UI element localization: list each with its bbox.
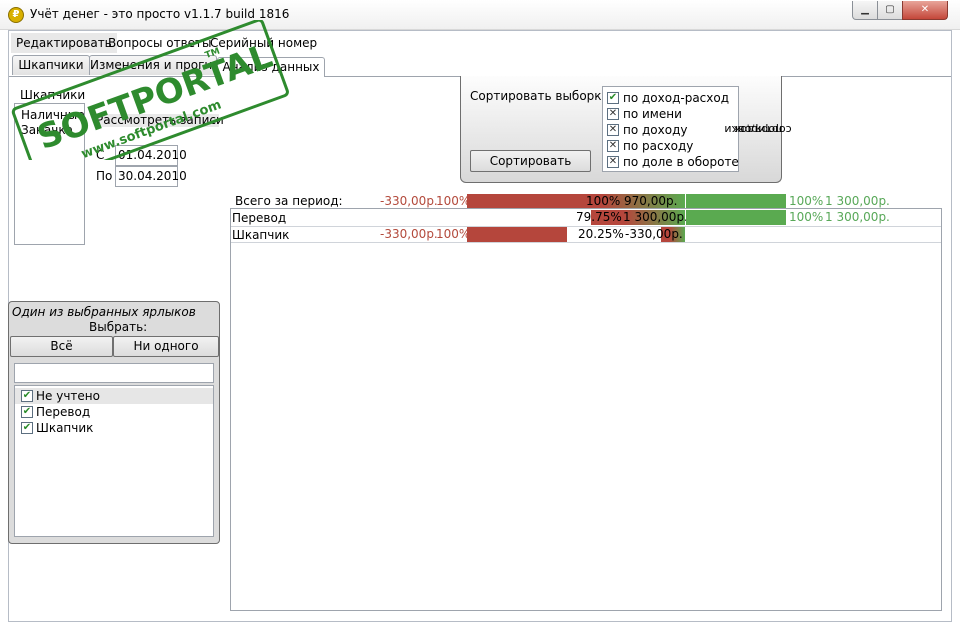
- total-balance: 970,00р.: [624, 194, 678, 208]
- cards-header: Шкапчики: [20, 88, 86, 102]
- total-income-bar: [686, 194, 786, 209]
- table-row-name[interactable]: Перевод: [232, 211, 286, 226]
- total-expense: -330,00р.: [380, 194, 438, 208]
- checkbox-checked-icon[interactable]: ✔: [607, 92, 619, 104]
- list-item-label: Шкапчик: [36, 421, 94, 435]
- from-date-input[interactable]: 01.04.2010: [115, 145, 187, 166]
- row-income-pct: 100%: [789, 210, 824, 224]
- list-item[interactable]: ✔ Не учтено: [15, 388, 213, 404]
- row-expense-bar: [467, 227, 567, 242]
- total-expense-pct: 100%: [436, 194, 471, 208]
- sort-order-label: порядок сортировки: [724, 86, 791, 172]
- menu-edit[interactable]: Редактировать: [11, 33, 117, 53]
- sort-option-label: по доход-расход: [623, 91, 730, 105]
- menu-serial[interactable]: Серийный номер: [205, 33, 322, 53]
- checkbox-checked-icon[interactable]: ✔: [21, 422, 33, 434]
- filter-subtitle: Выбрать:: [89, 320, 148, 334]
- row-share-pct: 20.25%: [578, 227, 624, 241]
- tab-cards[interactable]: Шкапчики: [12, 55, 90, 75]
- view-records-label: Рассмотреть записи: [96, 113, 224, 127]
- row-expense: -330,00р.: [380, 227, 438, 241]
- minimize-button[interactable]: ▁: [852, 1, 878, 20]
- card-item[interactable]: Наличные: [21, 108, 85, 122]
- row-income-bar: [686, 210, 786, 225]
- cards-list[interactable]: Наличные Заначка: [14, 103, 85, 245]
- analysis-table: [230, 208, 942, 611]
- maximize-button[interactable]: ▢: [877, 1, 903, 20]
- filter-search-input[interactable]: [14, 363, 214, 383]
- sort-options-list: ✔ по доход-расход ✕ по имени ✕ по доходу…: [602, 86, 739, 172]
- list-item-label: Не учтено: [36, 389, 100, 403]
- total-label: Всего за период:: [235, 194, 343, 208]
- from-label: С: [96, 148, 105, 162]
- total-income: 1 300,00р.: [825, 194, 890, 208]
- app-icon: ₽: [8, 7, 24, 23]
- tab-changes[interactable]: Изменения и прогноз: [89, 55, 217, 75]
- sort-option[interactable]: ✕ по доле в обороте: [603, 154, 739, 170]
- window-title: Учёт денег - это просто v1.1.7 build 181…: [30, 7, 290, 21]
- filter-title: Один из выбранных ярлыков: [12, 305, 196, 319]
- sort-option[interactable]: ✕ по расходу: [603, 138, 738, 154]
- row-income: 1 300,00р.: [825, 210, 890, 224]
- row-balance: 1 300,00р.: [623, 210, 688, 224]
- select-all-button[interactable]: Всё: [10, 336, 113, 357]
- row-balance: -330,00р.: [625, 227, 683, 241]
- list-item[interactable]: ✔ Шкапчик: [15, 420, 213, 436]
- label-list: ✔ Не учтено ✔ Перевод ✔ Шкапчик: [14, 385, 214, 537]
- table-row-name[interactable]: Шкапчик: [232, 228, 289, 243]
- close-button[interactable]: ✕: [902, 1, 948, 20]
- total-income-pct: 100%: [789, 194, 824, 208]
- sort-title: Сортировать выборку: [470, 89, 609, 103]
- menu-faq[interactable]: Вопросы ответы: [103, 33, 217, 53]
- checkbox-cross-icon[interactable]: ✕: [607, 108, 619, 120]
- sort-option-label: по расходу: [623, 139, 694, 153]
- sort-option-label: по имени: [623, 107, 682, 121]
- list-item-label: Перевод: [36, 405, 91, 419]
- row-share-pct: 79.75%: [576, 210, 622, 224]
- total-expense-bar: [467, 194, 567, 209]
- row-divider: [231, 242, 941, 243]
- checkbox-checked-icon[interactable]: ✔: [21, 406, 33, 418]
- sort-option[interactable]: ✕ по доходу: [603, 122, 738, 138]
- tab-analysis[interactable]: Анализ данных: [217, 57, 325, 77]
- sort-option-label: по доле в обороте: [623, 155, 739, 169]
- row-expense-pct: 100%: [436, 227, 471, 241]
- checkbox-cross-icon[interactable]: ✕: [607, 124, 619, 136]
- to-date-input[interactable]: 30.04.2010: [115, 166, 187, 187]
- sort-button[interactable]: Сортировать: [470, 150, 591, 172]
- to-label: По: [96, 169, 113, 183]
- card-item[interactable]: Заначка: [21, 123, 73, 137]
- checkbox-cross-icon[interactable]: ✕: [607, 140, 619, 152]
- checkbox-cross-icon[interactable]: ✕: [607, 156, 619, 168]
- sort-option-label: по доходу: [623, 123, 688, 137]
- sort-option[interactable]: ✔ по доход-расход: [603, 90, 738, 106]
- menu-bar: Редактировать Вопросы ответы Серийный но…: [9, 33, 951, 53]
- sort-order-line-2: сортировки: [724, 123, 792, 136]
- sort-option[interactable]: ✕ по имени: [603, 106, 738, 122]
- list-item[interactable]: ✔ Перевод: [15, 404, 213, 420]
- select-none-button[interactable]: Ни одного: [113, 336, 219, 357]
- total-share-pct: 100%: [586, 194, 621, 208]
- checkbox-checked-icon[interactable]: ✔: [21, 390, 33, 402]
